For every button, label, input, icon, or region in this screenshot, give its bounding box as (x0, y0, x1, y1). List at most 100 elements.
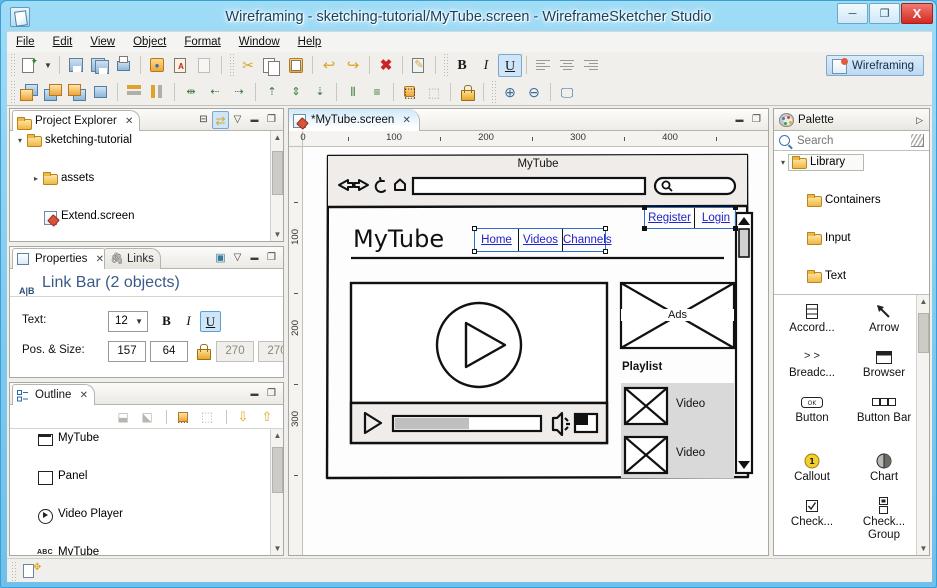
menu-view[interactable]: View (81, 32, 124, 53)
align-vertical-center-button[interactable]: ⇕ (284, 81, 308, 104)
cut-button[interactable]: ✂ (236, 54, 260, 77)
palette-item-browser[interactable]: Browser (850, 346, 918, 380)
toolbar-grip[interactable] (442, 54, 449, 77)
palette-tree-item-library[interactable]: ▾ Library (774, 153, 929, 172)
toolbar-grip[interactable] (9, 54, 16, 77)
scroll-down-icon[interactable]: ▼ (917, 542, 929, 555)
palette-item-button-bar[interactable]: Button Bar (850, 391, 918, 425)
view-menu-button[interactable]: ▽ (229, 111, 246, 129)
zoom-in-button[interactable]: ⊕ (498, 81, 522, 104)
palette-search-bar[interactable] (774, 131, 929, 151)
undo-button[interactable]: ↩ (317, 54, 341, 77)
position-x-field[interactable]: 157 (108, 341, 146, 362)
format-painter-button[interactable]: ✎ (407, 54, 431, 77)
tree-item-assets[interactable]: ▸ assets (10, 169, 283, 188)
resize-handle[interactable] (733, 226, 738, 231)
distribute-vertically-button[interactable]: ≡ (365, 81, 389, 104)
font-size-combo[interactable]: 12 ▼ (108, 311, 148, 332)
scroll-down-icon[interactable]: ▼ (271, 542, 283, 555)
tab-properties[interactable]: Properties ✕ (12, 248, 112, 269)
wireframe-link-bar-secondary[interactable]: Register Login (642, 205, 738, 231)
print-button[interactable] (112, 54, 136, 77)
palette-item-checkbox[interactable]: Check... (778, 495, 846, 529)
group-button[interactable]: ⬚ (398, 81, 422, 104)
maximize-view-button[interactable]: ❐ (263, 249, 280, 267)
bring-forward-button[interactable] (41, 81, 65, 104)
send-to-back-button[interactable]: ⬕ (137, 408, 157, 427)
collapse-all-button[interactable]: ⊟ (195, 111, 212, 129)
view-menu-button[interactable]: ▽ (229, 249, 246, 267)
palette-scrollbar[interactable]: ▲ ▼ (916, 295, 929, 555)
resize-handle[interactable] (603, 226, 608, 231)
palette-tree-item-input[interactable]: Input (774, 229, 929, 248)
maximize-view-button[interactable]: ❐ (263, 385, 280, 403)
scroll-up-icon[interactable]: ▲ (271, 131, 283, 144)
send-to-back-button[interactable] (89, 81, 113, 104)
minimize-window-button[interactable]: ─ (837, 3, 868, 24)
zoom-out-button[interactable]: ⊖ (522, 81, 546, 104)
palette-tree-item-containers[interactable]: Containers (774, 191, 929, 210)
bold-button[interactable]: B (450, 54, 474, 77)
scroll-up-icon[interactable]: ▲ (271, 429, 283, 442)
save-all-button[interactable] (88, 54, 112, 77)
lock-button[interactable] (455, 81, 479, 104)
chevron-down-icon[interactable]: ▼ (135, 312, 143, 331)
outline-scrollbar[interactable]: ▲ ▼ (270, 429, 283, 555)
palette-item-checkbox-group[interactable]: Check... Group (850, 495, 918, 542)
move-down-button[interactable]: ⇩ (233, 408, 253, 427)
tab-project-explorer[interactable]: Project Explorer ✕ (12, 110, 141, 131)
send-backward-button[interactable] (65, 81, 89, 104)
align-center-button[interactable] (555, 54, 579, 77)
maximize-editor-button[interactable]: ❐ (748, 111, 765, 129)
close-window-button[interactable]: X (901, 3, 933, 24)
delete-button[interactable]: ✖ (374, 54, 398, 77)
outline-item-mytube-window[interactable]: MyTube (10, 429, 283, 448)
menu-file[interactable]: File (7, 32, 44, 53)
menu-format[interactable]: Format (175, 32, 229, 53)
match-height-button[interactable] (146, 81, 170, 104)
underline-toggle[interactable]: U (200, 311, 221, 332)
resize-handle[interactable] (603, 249, 608, 254)
italic-toggle[interactable]: I (178, 311, 199, 332)
bring-to-front-button[interactable] (17, 81, 41, 104)
tree-item-extend-screen[interactable]: Extend.screen (10, 207, 283, 226)
expand-twisty-icon[interactable]: ▸ (31, 169, 41, 188)
minimize-view-button[interactable]: ▬ (246, 385, 263, 403)
bold-toggle[interactable]: B (156, 311, 177, 332)
palette-tree-item-text[interactable]: Text (774, 267, 929, 286)
move-up-button[interactable]: ⇧ (257, 408, 277, 427)
new-button[interactable]: ✦ (17, 54, 41, 77)
wireframe-link-bar-primary[interactable]: Home Videos Channels (472, 226, 612, 254)
wireframe-link-register[interactable]: Register (648, 212, 691, 224)
tab-links[interactable]: 🖇 Links (104, 248, 161, 269)
scroll-up-icon[interactable]: ▲ (917, 295, 929, 308)
minimize-view-button[interactable]: ▬ (246, 249, 263, 267)
scrollbar-thumb[interactable] (272, 447, 283, 493)
export-image-button[interactable]: ● (145, 54, 169, 77)
palette-tree[interactable]: ▾ Library Containers Input Text (774, 151, 929, 295)
status-bar-grip[interactable] (11, 561, 18, 581)
copy-button[interactable] (260, 54, 284, 77)
align-top-edges-button[interactable]: ⇡ (260, 81, 284, 104)
wireframe-link-channels[interactable]: Channels (563, 234, 612, 246)
close-icon[interactable]: ✕ (403, 115, 411, 126)
palette-item-arrow[interactable]: Arrow (850, 301, 918, 335)
outline-item-video-player[interactable]: Video Player (10, 505, 283, 524)
close-icon[interactable]: ✕ (125, 116, 133, 127)
project-explorer-tree[interactable]: ▾ sketching-tutorial ▸ assets Extend.scr… (10, 131, 283, 241)
align-right-edges-button[interactable]: ⇢ (227, 81, 251, 104)
paste-button[interactable] (284, 54, 308, 77)
export-pdf-button[interactable]: A (169, 54, 193, 77)
palette-item-grid[interactable]: Accord... Arrow > > Breadc... Browser OK… (774, 295, 929, 555)
redo-button[interactable]: ↪ (341, 54, 365, 77)
palette-item-callout[interactable]: 1 Callout (778, 450, 846, 484)
new-properties-view-button[interactable]: ▣ (212, 249, 229, 267)
expand-twisty-icon[interactable]: ▾ (15, 131, 25, 150)
scrollbar-thumb[interactable] (272, 151, 283, 195)
match-width-button[interactable] (122, 81, 146, 104)
resize-handle[interactable] (472, 226, 477, 231)
menu-edit[interactable]: Edit (44, 32, 82, 53)
tree-item-project[interactable]: ▾ sketching-tutorial (10, 131, 283, 150)
tab-mytube-screen[interactable]: *MyTube.screen ✕ (289, 109, 420, 131)
align-right-button[interactable] (579, 54, 603, 77)
